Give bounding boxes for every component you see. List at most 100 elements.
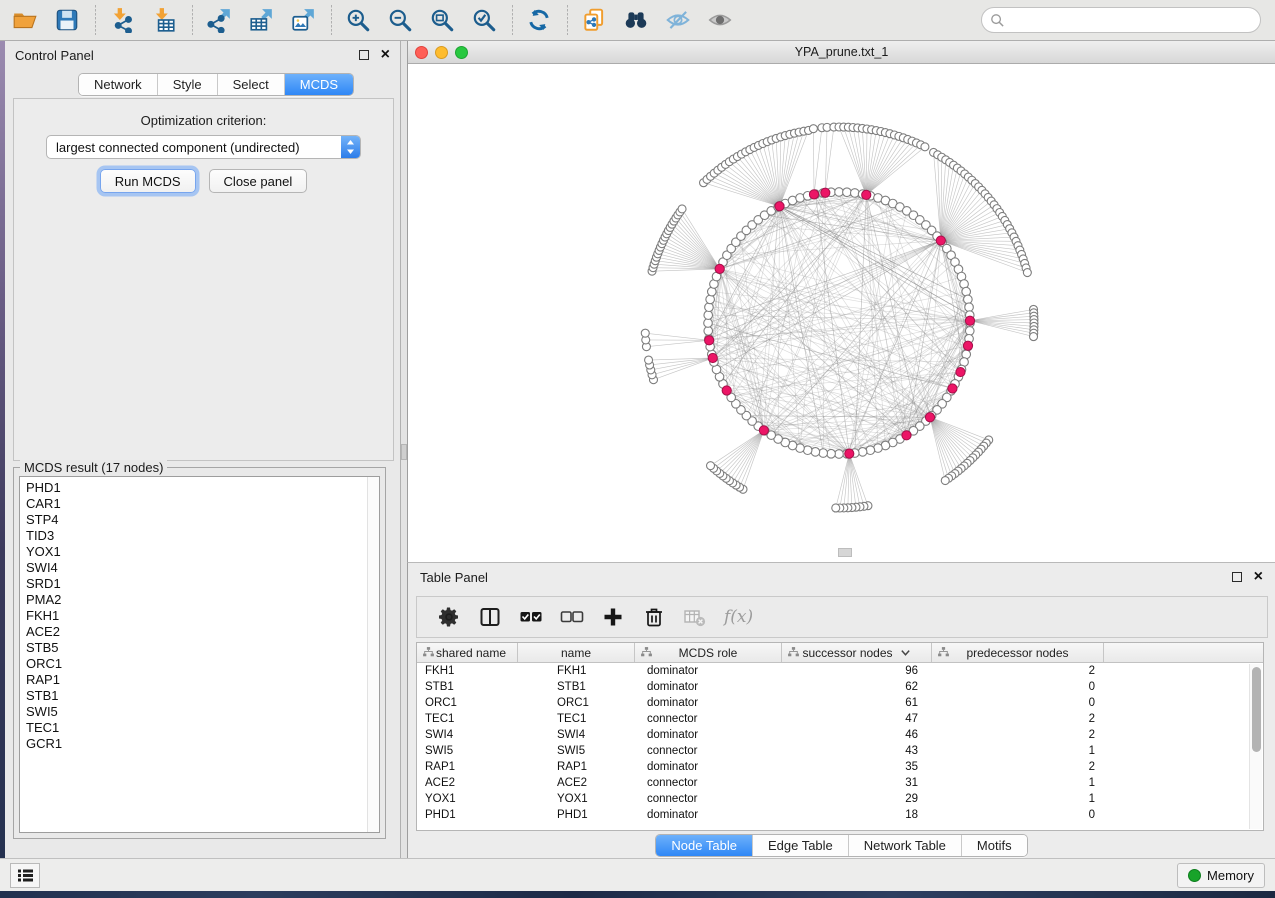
memory-status-dot bbox=[1188, 869, 1201, 882]
table-scrollbar-thumb[interactable] bbox=[1252, 667, 1261, 752]
column-header-successor-nodes[interactable]: successor nodes bbox=[782, 643, 932, 662]
tab-mcds[interactable]: MCDS bbox=[285, 74, 353, 95]
mcds-result-item[interactable]: FKH1 bbox=[20, 608, 379, 624]
column-header-name[interactable]: name bbox=[518, 643, 635, 662]
table-scrollbar[interactable] bbox=[1249, 664, 1262, 829]
zoom-selected-button[interactable] bbox=[467, 3, 501, 37]
mcds-result-item[interactable]: PMA2 bbox=[20, 592, 379, 608]
binoculars-icon bbox=[623, 7, 649, 33]
zoom-fit-button[interactable] bbox=[425, 3, 459, 37]
close-panel-icon[interactable]: × bbox=[381, 50, 390, 60]
table-cell: TEC1 bbox=[518, 711, 635, 727]
zoom-in-button[interactable] bbox=[341, 3, 375, 37]
table-row[interactable]: PHD1PHD1dominator180 bbox=[417, 807, 1263, 823]
table-cell: YOX1 bbox=[518, 791, 635, 807]
column-header-mcds-role[interactable]: MCDS role bbox=[635, 643, 782, 662]
first-neighbors-button[interactable] bbox=[619, 3, 653, 37]
import-network-button[interactable] bbox=[105, 3, 139, 37]
search-field[interactable] bbox=[981, 7, 1261, 33]
mcds-result-item[interactable]: STB5 bbox=[20, 640, 379, 656]
table-row[interactable]: SWI5SWI5connector431 bbox=[417, 743, 1263, 759]
optimization-criterion-select[interactable]: largest connected component (undirected) bbox=[46, 135, 361, 159]
mcds-result-item[interactable]: YOX1 bbox=[20, 544, 379, 560]
tab-motifs[interactable]: Motifs bbox=[962, 835, 1027, 856]
tab-edge-table[interactable]: Edge Table bbox=[753, 835, 849, 856]
column-header-predecessor-nodes[interactable]: predecessor nodes bbox=[932, 643, 1104, 662]
tab-network-table[interactable]: Network Table bbox=[849, 835, 962, 856]
mcds-result-item[interactable]: GCR1 bbox=[20, 736, 379, 752]
mcds-result-item[interactable]: SWI4 bbox=[20, 560, 379, 576]
run-mcds-button[interactable]: Run MCDS bbox=[100, 169, 196, 193]
tab-node-table[interactable]: Node Table bbox=[656, 835, 753, 856]
table-settings-gear-icon[interactable] bbox=[437, 605, 461, 629]
table-cell: connector bbox=[635, 775, 782, 791]
mcds-result-item[interactable]: CAR1 bbox=[20, 496, 379, 512]
column-header-empty bbox=[1104, 643, 1263, 662]
tab-select[interactable]: Select bbox=[218, 74, 285, 95]
export-table-button[interactable] bbox=[244, 3, 278, 37]
export-network-icon bbox=[206, 7, 232, 33]
control-panel-header: Control Panel × bbox=[5, 41, 400, 69]
mcds-result-item[interactable]: TID3 bbox=[20, 528, 379, 544]
refresh-button[interactable] bbox=[522, 3, 556, 37]
deselect-all-icon[interactable] bbox=[560, 605, 584, 629]
horizontal-splitter-handle[interactable] bbox=[838, 548, 852, 557]
table-row[interactable]: ORC1ORC1dominator610 bbox=[417, 695, 1263, 711]
delete-column-icon[interactable] bbox=[642, 605, 666, 629]
table-cell: SWI4 bbox=[417, 727, 518, 743]
table-row[interactable]: TEC1TEC1connector472 bbox=[417, 711, 1263, 727]
table-cell: dominator bbox=[635, 663, 782, 679]
open-session-button[interactable] bbox=[8, 3, 42, 37]
show-all-button[interactable] bbox=[703, 3, 737, 37]
mcds-result-title: MCDS result (17 nodes) bbox=[20, 460, 167, 475]
tab-network[interactable]: Network bbox=[79, 74, 158, 95]
save-session-button[interactable] bbox=[50, 3, 84, 37]
table-cell bbox=[1104, 791, 1263, 807]
mcds-result-item[interactable]: ORC1 bbox=[20, 656, 379, 672]
mcds-result-list[interactable]: PHD1CAR1STP4TID3YOX1SWI4SRD1PMA2FKH1ACE2… bbox=[19, 476, 380, 833]
show-columns-icon[interactable] bbox=[478, 605, 502, 629]
control-panel-tabs: Network Style Select MCDS bbox=[78, 73, 354, 96]
table-cell: 62 bbox=[782, 679, 932, 695]
select-all-icon[interactable] bbox=[519, 605, 543, 629]
table-row[interactable]: STB1STB1dominator620 bbox=[417, 679, 1263, 695]
mcds-result-item[interactable]: STB1 bbox=[20, 688, 379, 704]
import-table-button[interactable] bbox=[147, 3, 181, 37]
float-table-panel-icon[interactable] bbox=[1232, 572, 1242, 582]
mcds-result-item[interactable]: SWI5 bbox=[20, 704, 379, 720]
table-row[interactable]: ACE2ACE2connector311 bbox=[417, 775, 1263, 791]
memory-button[interactable]: Memory bbox=[1177, 863, 1265, 888]
close-panel-button[interactable]: Close panel bbox=[209, 169, 308, 193]
mcds-result-item[interactable]: ACE2 bbox=[20, 624, 379, 640]
close-table-panel-icon[interactable]: × bbox=[1254, 572, 1263, 582]
hide-selected-button[interactable] bbox=[661, 3, 695, 37]
float-panel-icon[interactable] bbox=[359, 50, 369, 60]
column-header-shared-name[interactable]: shared name bbox=[417, 643, 518, 662]
create-column-icon[interactable] bbox=[601, 605, 625, 629]
network-canvas[interactable] bbox=[408, 64, 1275, 561]
mcds-result-item[interactable]: RAP1 bbox=[20, 672, 379, 688]
table-row[interactable]: YOX1YOX1connector291 bbox=[417, 791, 1263, 807]
table-row[interactable]: RAP1RAP1dominator352 bbox=[417, 759, 1263, 775]
table-cell: 1 bbox=[932, 791, 1104, 807]
network-view-window: YPA_prune.txt_1 bbox=[407, 41, 1275, 562]
export-image-button[interactable] bbox=[286, 3, 320, 37]
mcds-result-item[interactable]: TEC1 bbox=[20, 720, 379, 736]
tab-style[interactable]: Style bbox=[158, 74, 218, 95]
duplicate-network-button[interactable] bbox=[577, 3, 611, 37]
mcds-result-item[interactable]: PHD1 bbox=[20, 477, 379, 496]
table-row[interactable]: SWI4SWI4dominator462 bbox=[417, 727, 1263, 743]
mcds-result-item[interactable]: STP4 bbox=[20, 512, 379, 528]
table-row[interactable]: FKH1FKH1dominator962 bbox=[417, 663, 1263, 679]
table-cell bbox=[1104, 679, 1263, 695]
mcds-list-scrollbar[interactable] bbox=[367, 477, 379, 832]
table-cell: SWI4 bbox=[518, 727, 635, 743]
mcds-result-item[interactable]: SRD1 bbox=[20, 576, 379, 592]
table-cell: dominator bbox=[635, 727, 782, 743]
search-input[interactable] bbox=[1010, 10, 1260, 30]
export-network-button[interactable] bbox=[202, 3, 236, 37]
show-panels-button[interactable] bbox=[10, 863, 40, 888]
zoom-out-button[interactable] bbox=[383, 3, 417, 37]
network-window-titlebar[interactable]: YPA_prune.txt_1 bbox=[408, 41, 1275, 64]
network-graph bbox=[408, 64, 1274, 561]
